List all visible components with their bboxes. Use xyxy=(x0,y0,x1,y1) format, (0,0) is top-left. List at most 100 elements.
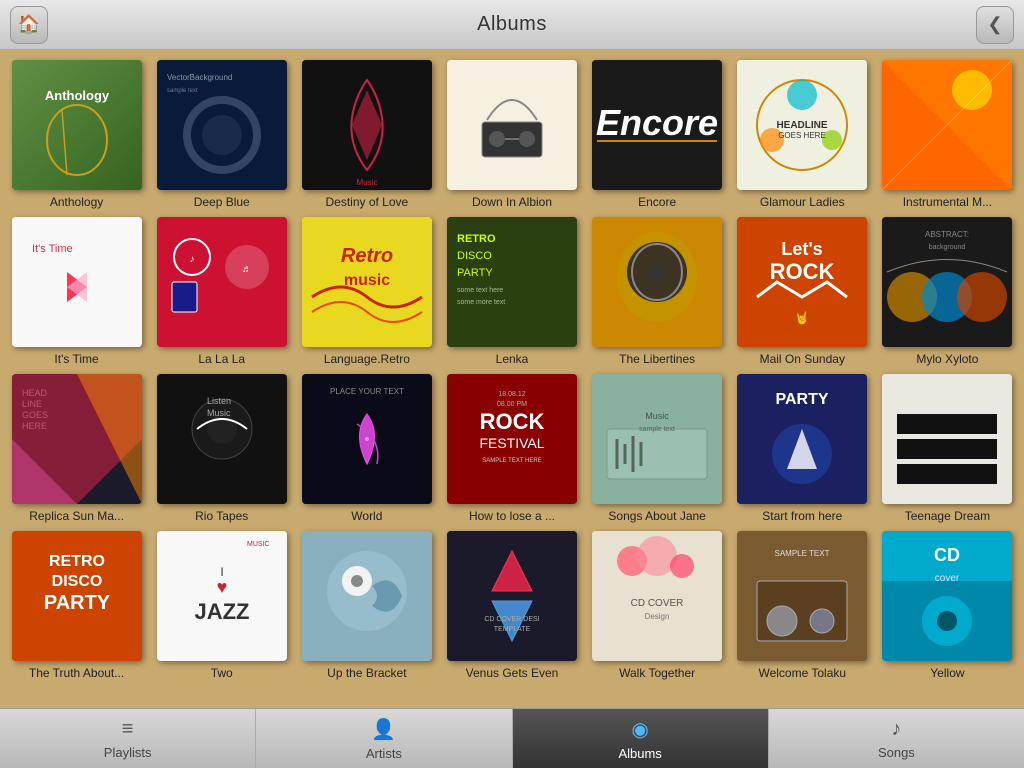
svg-text:♪: ♪ xyxy=(189,254,194,265)
album-item-destiny[interactable]: Music Destiny of Love xyxy=(298,60,435,209)
album-item-lose[interactable]: 18.08.12 08.00 PM ROCK FESTIVAL SAMPLE T… xyxy=(443,374,580,523)
album-cover-yellow: CD cover xyxy=(882,531,1012,661)
svg-text:It's Time: It's Time xyxy=(32,243,73,255)
album-cover-down-albion xyxy=(447,60,577,190)
album-item-la-la[interactable]: ♪ ♬ La La La xyxy=(153,217,290,366)
album-item-lenka[interactable]: RETRO DISCO PARTY some text here some mo… xyxy=(443,217,580,366)
albums-grid: Anthology Anthology VectorBackground sam… xyxy=(8,60,1016,680)
tab-songs[interactable]: ♪Songs xyxy=(769,709,1024,768)
album-title-libertines: The Libertines xyxy=(619,352,695,366)
album-cover-deep-blue: VectorBackground sample text xyxy=(157,60,287,190)
svg-text:JAZZ: JAZZ xyxy=(194,599,249,624)
svg-text:some more text: some more text xyxy=(457,299,505,306)
album-item-rio[interactable]: Listen Music Rio Tapes xyxy=(153,374,290,523)
album-item-libertines[interactable]: The Libertines xyxy=(589,217,726,366)
album-cover-up-bracket xyxy=(302,531,432,661)
album-item-mylo[interactable]: ABSTRACT: background Mylo Xyloto xyxy=(879,217,1016,366)
album-item-truth[interactable]: RETRO DISCO PARTY The Truth About... xyxy=(8,531,145,680)
album-cover-walk: CD COVER Design xyxy=(592,531,722,661)
tab-label-playlists: Playlists xyxy=(104,745,152,760)
svg-text:some text here: some text here xyxy=(457,287,503,294)
svg-text:PLACE YOUR TEXT: PLACE YOUR TEXT xyxy=(330,387,404,396)
svg-text:SAMPLE TEXT: SAMPLE TEXT xyxy=(775,549,830,558)
album-cover-language: Retro music xyxy=(302,217,432,347)
album-title-deep-blue: Deep Blue xyxy=(194,195,250,209)
back-button[interactable]: ❮ xyxy=(976,6,1014,44)
album-cover-glamour: HEADLINE GOES HERE xyxy=(737,60,867,190)
tab-playlists[interactable]: ≡ Playlists xyxy=(0,709,256,768)
page-title: Albums xyxy=(477,13,547,36)
svg-text:PARTY: PARTY xyxy=(457,267,493,279)
album-title-glamour: Glamour Ladies xyxy=(760,195,845,209)
album-item-songs-jane[interactable]: Music sample text Songs About Jane xyxy=(589,374,726,523)
album-title-la-la: La La La xyxy=(198,352,245,366)
tab-icon-albums: ◉ xyxy=(631,717,648,742)
album-title-down-albion: Down In Albion xyxy=(472,195,552,209)
album-item-venus[interactable]: CD COVER DESI TEMPLATE Venus Gets Even xyxy=(443,531,580,680)
svg-text:MUSIC: MUSIC xyxy=(247,541,270,548)
album-title-up-bracket: Up the Bracket xyxy=(327,666,406,680)
album-item-world[interactable]: PLACE YOUR TEXT World xyxy=(298,374,435,523)
svg-text:background: background xyxy=(929,244,966,251)
album-item-replica[interactable]: HEAD LINE GOES HERE Replica Sun Ma... xyxy=(8,374,145,523)
album-item-glamour[interactable]: HEADLINE GOES HERE Glamour Ladies xyxy=(734,60,871,209)
album-cover-mylo: ABSTRACT: background xyxy=(882,217,1012,347)
album-title-language: Language.Retro xyxy=(324,352,410,366)
svg-text:music: music xyxy=(344,272,390,289)
album-cover-libertines xyxy=(592,217,722,347)
album-item-mail[interactable]: Let's ROCK 🤘 Mail On Sunday xyxy=(734,217,871,366)
album-item-start[interactable]: PARTY Start from here xyxy=(734,374,871,523)
album-cover-destiny: Music xyxy=(302,60,432,190)
album-item-two[interactable]: I ♥ JAZZ MUSIC Two xyxy=(153,531,290,680)
album-item-teenage[interactable]: Teenage Dream xyxy=(879,374,1016,523)
svg-text:Design: Design xyxy=(645,612,670,621)
svg-text:Music: Music xyxy=(645,411,669,421)
svg-text:♬: ♬ xyxy=(242,264,252,275)
tab-albums[interactable]: ◉ Albums xyxy=(513,709,769,768)
album-cover-songs-jane: Music sample text xyxy=(592,374,722,504)
album-title-truth: The Truth About... xyxy=(29,666,124,680)
album-item-walk[interactable]: CD COVER Design Walk Together xyxy=(589,531,726,680)
album-item-up-bracket[interactable]: Up the Bracket xyxy=(298,531,435,680)
album-item-yellow[interactable]: CD cover Yellow xyxy=(879,531,1016,680)
album-title-rio: Rio Tapes xyxy=(195,509,248,523)
tab-label-albums: Albums xyxy=(618,746,661,761)
album-item-encore[interactable]: Encore Encore xyxy=(589,60,726,209)
svg-text:RETRO: RETRO xyxy=(49,553,105,570)
album-cover-replica: HEAD LINE GOES HERE xyxy=(12,374,142,504)
album-cover-venus: CD COVER DESI TEMPLATE xyxy=(447,531,577,661)
album-cover-teenage xyxy=(882,374,1012,504)
album-cover-lose: 18.08.12 08.00 PM ROCK FESTIVAL SAMPLE T… xyxy=(447,374,577,504)
tab-icon-playlists: ≡ xyxy=(122,718,134,741)
album-title-two: Two xyxy=(211,666,233,680)
tab-icon-artists: 👤 xyxy=(371,717,396,742)
svg-text:Music: Music xyxy=(356,178,377,187)
tab-artists[interactable]: 👤Artists xyxy=(256,709,512,768)
svg-text:RETRO: RETRO xyxy=(457,233,496,245)
album-title-encore: Encore xyxy=(638,195,676,209)
album-title-lose: How to lose a ... xyxy=(469,509,555,523)
home-button[interactable]: 🏠 xyxy=(10,6,48,44)
album-item-welcome[interactable]: SAMPLE TEXT Welcome Tolaku xyxy=(734,531,871,680)
svg-text:DISCO: DISCO xyxy=(51,573,102,590)
album-cover-la-la: ♪ ♬ xyxy=(157,217,287,347)
album-item-its-time[interactable]: It's Time It's Time xyxy=(8,217,145,366)
album-title-songs-jane: Songs About Jane xyxy=(608,509,705,523)
svg-text:Listen: Listen xyxy=(207,396,231,406)
svg-text:08.00 PM: 08.00 PM xyxy=(497,401,527,408)
svg-text:18.08.12: 18.08.12 xyxy=(498,391,525,398)
svg-text:♥: ♥ xyxy=(216,577,227,597)
album-item-deep-blue[interactable]: VectorBackground sample text Deep Blue xyxy=(153,60,290,209)
album-item-down-albion[interactable]: Down In Albion xyxy=(443,60,580,209)
svg-text:Anthology: Anthology xyxy=(44,88,109,103)
album-item-anthology[interactable]: Anthology Anthology xyxy=(8,60,145,209)
album-cover-start: PARTY xyxy=(737,374,867,504)
album-title-walk: Walk Together xyxy=(619,666,695,680)
album-item-instrumental[interactable]: Instrumental M... xyxy=(879,60,1016,209)
album-cover-its-time: It's Time xyxy=(12,217,142,347)
album-title-teenage: Teenage Dream xyxy=(905,509,990,523)
svg-text:FESTIVAL: FESTIVAL xyxy=(479,435,544,451)
album-title-welcome: Welcome Tolaku xyxy=(758,666,846,680)
svg-text:Let's: Let's xyxy=(782,239,823,259)
album-item-language[interactable]: Retro music Language.Retro xyxy=(298,217,435,366)
